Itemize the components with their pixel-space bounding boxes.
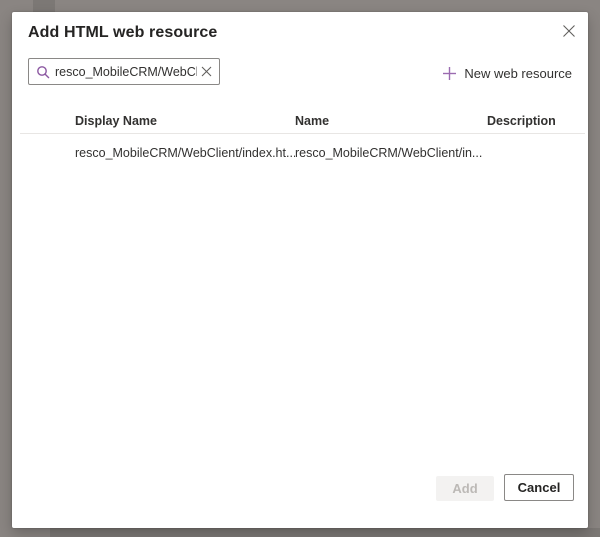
table-header-divider: [20, 133, 585, 134]
search-box[interactable]: [28, 58, 220, 85]
close-icon: [562, 24, 576, 43]
cancel-button[interactable]: Cancel: [504, 474, 574, 501]
search-icon: [36, 65, 50, 79]
close-button[interactable]: [557, 21, 581, 45]
cell-name: resco_MobileCRM/WebClient/in...: [295, 146, 487, 160]
search-input[interactable]: [55, 65, 197, 79]
column-header-description[interactable]: Description: [487, 114, 567, 128]
add-html-web-resource-dialog: Add HTML web resource: [12, 12, 588, 528]
table-header-row: Display Name Name Description: [12, 110, 588, 132]
background-page-remnant-bottom: [50, 528, 600, 537]
plus-icon: [442, 66, 457, 81]
cell-display-name: resco_MobileCRM/WebClient/index.ht...: [75, 146, 295, 160]
search-clear-button[interactable]: [197, 63, 215, 81]
table-row[interactable]: resco_MobileCRM/WebClient/index.ht... re…: [12, 140, 588, 166]
add-button[interactable]: Add: [436, 476, 494, 501]
new-web-resource-label: New web resource: [464, 66, 572, 81]
background-page-remnant-top: [33, 0, 55, 12]
column-header-name[interactable]: Name: [295, 114, 487, 128]
dialog-title: Add HTML web resource: [28, 24, 217, 42]
column-header-display-name[interactable]: Display Name: [75, 114, 295, 128]
new-web-resource-button[interactable]: New web resource: [442, 62, 572, 84]
